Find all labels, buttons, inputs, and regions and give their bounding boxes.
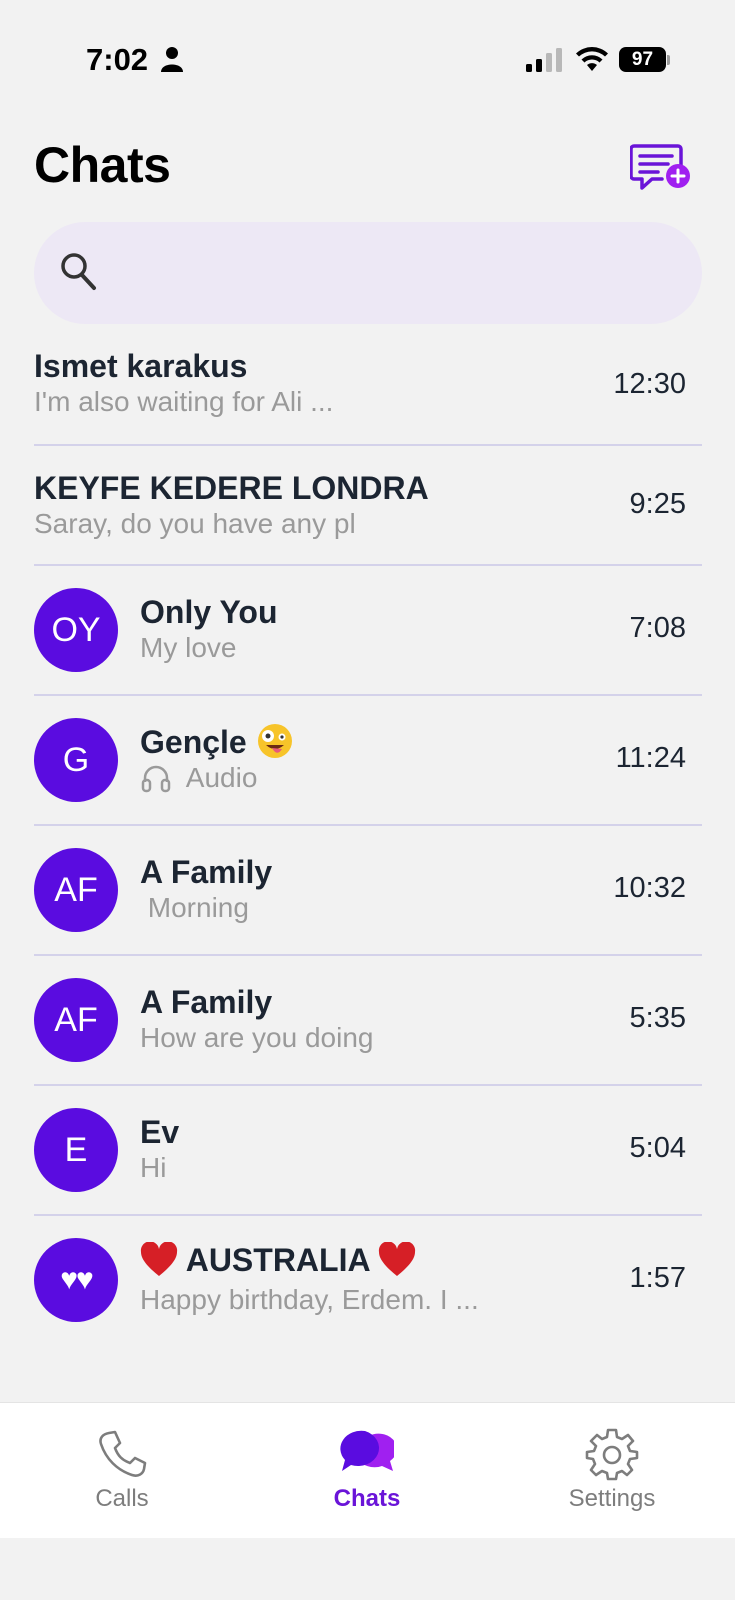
search-bar[interactable] bbox=[34, 222, 702, 324]
wifi-icon bbox=[576, 47, 608, 71]
chat-time: 7:08 bbox=[629, 612, 686, 644]
avatar: ♥♥ bbox=[34, 1238, 118, 1322]
chat-preview: I'm also waiting for Ali ... bbox=[34, 386, 334, 417]
status-bar: 7:02 97 bbox=[0, 0, 735, 120]
headphones-icon bbox=[141, 765, 171, 792]
tab-calls[interactable]: Calls bbox=[22, 1403, 222, 1539]
page-title: Chats bbox=[34, 137, 171, 193]
chat-time: 5:35 bbox=[629, 1002, 686, 1034]
chat-name: AUSTRALIA bbox=[185, 1242, 370, 1278]
avatar: OY bbox=[34, 588, 118, 672]
red-heart-icon bbox=[379, 1241, 416, 1276]
chat-list-item[interactable]: OY Only You My love 7:08 bbox=[34, 566, 702, 696]
chat-list-item[interactable]: ♥♥ AUSTRALIA Happy birthday, Erdem. I ..… bbox=[34, 1216, 702, 1346]
chat-name-row: AUSTRALIA bbox=[140, 1241, 416, 1279]
chat-list-item[interactable]: E Ev Hi 5:04 bbox=[34, 1086, 702, 1216]
chat-preview: My love bbox=[140, 632, 237, 663]
chat-preview: Audio bbox=[185, 762, 258, 793]
chat-preview: Happy birthday, Erdem. I ... bbox=[140, 1284, 479, 1315]
chat-time: 11:24 bbox=[615, 742, 686, 774]
chat-name: Ev bbox=[140, 1114, 180, 1150]
tab-bar: Calls Chats Settings bbox=[0, 1402, 735, 1538]
search-input[interactable] bbox=[114, 242, 672, 304]
chat-list-item[interactable]: AF A Family Morning 10:32 bbox=[34, 826, 702, 956]
chat-name-row: Gençle bbox=[140, 723, 294, 761]
chat-list-item[interactable]: AF A Family How are you doing 5:35 bbox=[34, 956, 702, 1086]
avatar: G bbox=[34, 718, 118, 802]
battery-indicator: 97 bbox=[619, 47, 666, 72]
person-icon bbox=[161, 47, 183, 72]
avatar: AF bbox=[34, 848, 118, 932]
chat-time: 1:57 bbox=[629, 1262, 686, 1294]
chat-list-item[interactable]: KEYFE KEDERE LONDRA Saray, do you have a… bbox=[34, 446, 702, 566]
battery-tip bbox=[667, 55, 670, 65]
avatar: E bbox=[34, 1108, 118, 1192]
avatar: AF bbox=[34, 978, 118, 1062]
cellular-signal-icon bbox=[526, 48, 562, 72]
chat-preview: How are you doing bbox=[140, 1022, 374, 1053]
chat-preview-row: Audio bbox=[140, 762, 257, 794]
chat-time: 9:25 bbox=[629, 488, 686, 520]
chat-list-item[interactable]: G Gençle Audio 11:24 bbox=[34, 696, 702, 826]
gear-icon bbox=[585, 1428, 639, 1481]
tab-label: Chats bbox=[333, 1485, 401, 1512]
chat-time: 5:04 bbox=[629, 1132, 686, 1164]
chat-name: A Family bbox=[140, 984, 273, 1020]
chat-name: Ismet karakus bbox=[34, 348, 248, 384]
chat-preview: Saray, do you have any pl bbox=[34, 508, 356, 539]
chat-preview: Morning bbox=[140, 892, 249, 923]
search-icon bbox=[61, 253, 96, 290]
zany-face-emoji-icon bbox=[257, 723, 292, 758]
new-chat-button[interactable] bbox=[629, 142, 692, 196]
tab-settings[interactable]: Settings bbox=[512, 1403, 712, 1539]
chat-name: A Family bbox=[140, 854, 273, 890]
chat-name: KEYFE KEDERE LONDRA bbox=[34, 470, 429, 506]
chat-bubbles-icon bbox=[340, 1430, 394, 1471]
phone-icon bbox=[99, 1430, 147, 1477]
tab-chats[interactable]: Chats bbox=[267, 1403, 467, 1539]
tab-label: Settings bbox=[568, 1485, 656, 1512]
chat-time: 10:32 bbox=[613, 872, 686, 904]
red-heart-icon bbox=[140, 1241, 178, 1276]
chat-name: Gençle bbox=[140, 724, 247, 760]
chat-name: Only You bbox=[140, 594, 278, 630]
status-time: 7:02 bbox=[86, 42, 149, 77]
new-chat-icon bbox=[629, 144, 690, 190]
chat-list-item[interactable]: Ismet karakus I'm also waiting for Ali .… bbox=[34, 326, 702, 446]
tab-label: Calls bbox=[95, 1485, 149, 1512]
chat-time: 12:30 bbox=[613, 368, 686, 400]
chat-preview: Hi bbox=[140, 1152, 167, 1183]
